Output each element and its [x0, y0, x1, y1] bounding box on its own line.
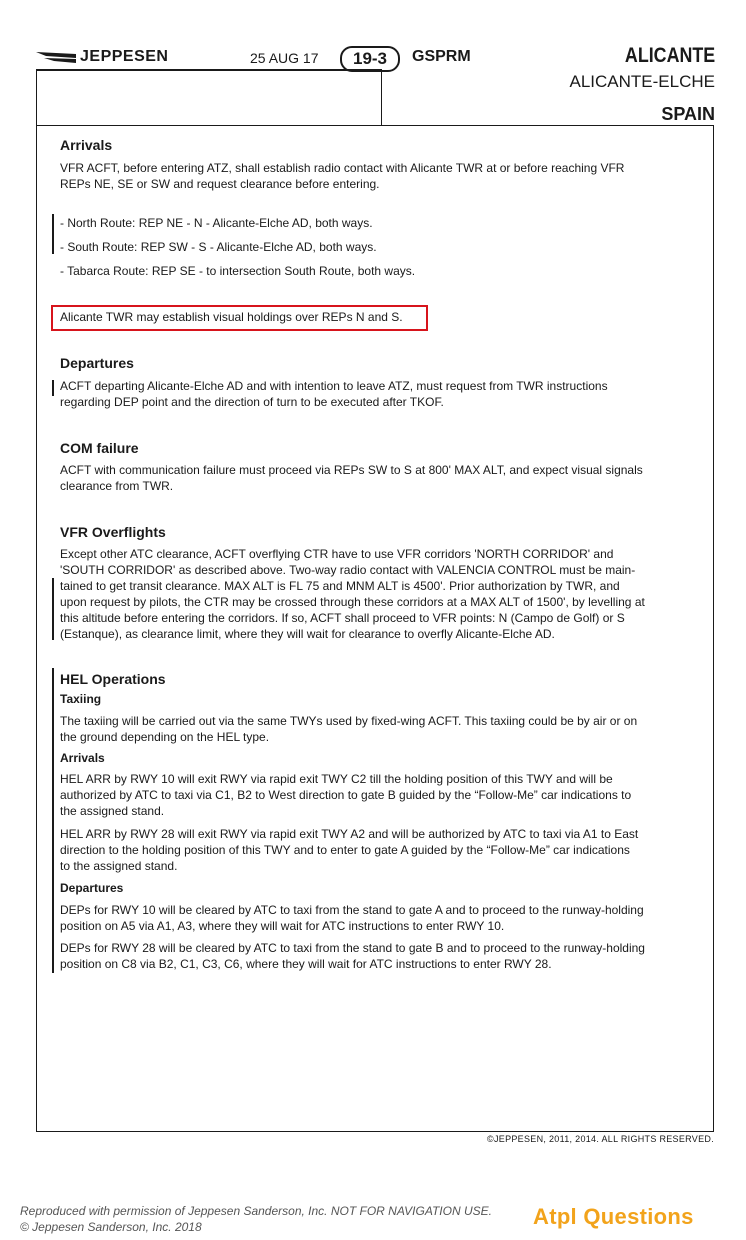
- hel-dep10-line: position on A5 via A1, A3, where they wi…: [60, 919, 505, 933]
- hel-dep28-line: DEPs for RWY 28 will be cleared by ATC t…: [60, 941, 645, 955]
- hel-arr10-line: authorized by ATC to taxi via C1, B2 to …: [60, 788, 632, 802]
- hel-arr28-line: HEL ARR by RWY 28 will exit RWY via rapi…: [60, 827, 639, 841]
- hel-taxiing-line: the ground depending on the HEL type.: [60, 730, 270, 744]
- chart-code: GSPRM: [412, 48, 471, 65]
- jeppesen-logo: JEPPESEN: [36, 48, 168, 66]
- vfr-overflights-line: (Estanque), as clearance limit, where th…: [60, 627, 555, 641]
- city-name: ALICANTE: [624, 44, 715, 67]
- hel-dep28-line: position on C8 via B2, C1, C3, C6, where…: [60, 957, 552, 971]
- header-box: [36, 69, 382, 126]
- hel-taxiing-heading: Taxiing: [60, 692, 102, 706]
- chart-date: 25 AUG 17: [250, 50, 319, 66]
- hel-operations-heading: HEL Operations: [60, 671, 166, 687]
- hel-arr10-line: the assigned stand.: [60, 804, 165, 818]
- vfr-overflights-line: this altitude before entering the corrid…: [60, 611, 625, 625]
- logo-text: JEPPESEN: [80, 48, 169, 65]
- vfr-overflights-heading: VFR Overflights: [60, 524, 166, 540]
- hel-arrivals-heading: Arrivals: [60, 751, 105, 765]
- vfr-overflights-line: Except other ATC clearance, ACFT overfly…: [60, 547, 614, 561]
- visual-holdings-note: Alicante TWR may establish visual holdin…: [60, 310, 403, 324]
- vfr-overflights-line: upon request by pilots, the CTR may be c…: [60, 595, 645, 609]
- hel-departures-heading: Departures: [60, 881, 124, 895]
- change-bar: [52, 668, 54, 973]
- reproduction-line-1: Reproduced with permission of Jeppesen S…: [20, 1204, 492, 1218]
- hel-arr10-line: HEL ARR by RWY 10 will exit RWY via rapi…: [60, 772, 613, 786]
- airport-name: ALICANTE-ELCHE: [569, 72, 715, 91]
- com-failure-line: clearance from TWR.: [60, 479, 174, 493]
- atpl-questions-brand: Atpl Questions: [533, 1204, 694, 1229]
- vfr-overflights-line: 'SOUTH CORRIDOR' as described above. Two…: [60, 563, 636, 577]
- reproduction-notice: Reproduced with permission of Jeppesen S…: [20, 1203, 492, 1235]
- route-tabarca: - Tabarca Route: REP SE - to intersectio…: [60, 264, 416, 278]
- hel-arr28-line: to the assigned stand.: [60, 859, 178, 873]
- country-name: SPAIN: [661, 104, 715, 124]
- arrivals-heading: Arrivals: [60, 137, 113, 153]
- copyright-notice: ©JEPPESEN, 2011, 2014. ALL RIGHTS RESERV…: [487, 1134, 714, 1144]
- arrivals-intro-line-2: REPs NE, SE or SW and request clearance …: [60, 177, 380, 191]
- departures-line: regarding DEP point and the direction of…: [60, 395, 444, 409]
- departures-heading: Departures: [60, 355, 134, 371]
- route-south: - South Route: REP SW - S - Alicante-Elc…: [60, 240, 377, 254]
- com-failure-heading: COM failure: [60, 440, 139, 456]
- hel-taxiing-line: The taxiing will be carried out via the …: [60, 714, 638, 728]
- change-bar: [52, 578, 54, 640]
- change-bar: [52, 380, 54, 396]
- departures-line: ACFT departing Alicante-Elche AD and wit…: [60, 379, 608, 393]
- route-north: - North Route: REP NE - N - Alicante-Elc…: [60, 216, 373, 230]
- vfr-overflights-line: tained to get transit clearance. MAX ALT…: [60, 579, 620, 593]
- reproduction-line-2: © Jeppesen Sanderson, Inc. 2018: [20, 1220, 202, 1234]
- jeppesen-logo-icon: [36, 52, 76, 63]
- change-bar: [52, 214, 54, 254]
- hel-dep10-line: DEPs for RWY 10 will be cleared by ATC t…: [60, 903, 644, 917]
- hel-arr28-line: direction to the holding position of thi…: [60, 843, 630, 857]
- arrivals-intro-line-1: VFR ACFT, before entering ATZ, shall est…: [60, 161, 625, 175]
- com-failure-line: ACFT with communication failure must pro…: [60, 463, 643, 477]
